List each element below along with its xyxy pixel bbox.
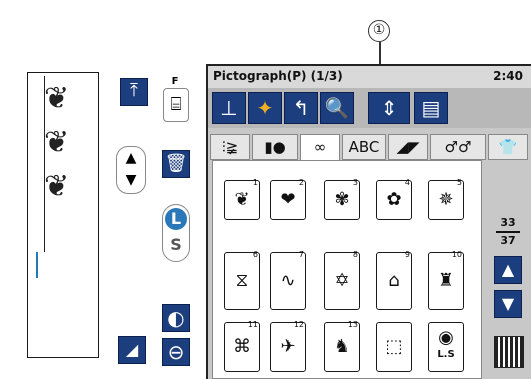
ls-label: L.S bbox=[437, 349, 455, 360]
tab-satin[interactable]: ♂♂ bbox=[430, 134, 486, 160]
ls-toggle[interactable]: L S bbox=[162, 204, 190, 262]
page-down-button[interactable]: ▼ bbox=[494, 290, 522, 318]
stitch-number: 1 bbox=[252, 178, 258, 187]
stitch-glyph: ♜ bbox=[437, 270, 455, 291]
presser-foot-button[interactable]: ⊥ bbox=[212, 92, 246, 124]
stitch-cell[interactable]: ⌂ 9 bbox=[376, 250, 412, 310]
stitch-cell[interactable]: ✡ 8 bbox=[324, 250, 360, 310]
maple-leaf-icon: ❦ bbox=[44, 81, 70, 116]
tab-utility[interactable]: ⫶≩ bbox=[210, 134, 250, 160]
stitch-glyph: ✡ bbox=[334, 270, 350, 291]
maple-leaf-icon: ❦ bbox=[44, 169, 70, 204]
stitch-cell[interactable]: ♜ 10 bbox=[428, 250, 464, 310]
zoom-button[interactable]: 🔍 bbox=[320, 92, 354, 124]
stitch-number: 8 bbox=[352, 250, 358, 259]
image-check-button[interactable]: ◐ bbox=[162, 304, 190, 332]
tab-alphabet[interactable]: ABC bbox=[342, 134, 386, 160]
stitch-cell[interactable]: ♞ 13 bbox=[324, 320, 360, 372]
stitch-number: 7 bbox=[298, 250, 304, 259]
stitch-number: 9 bbox=[404, 250, 410, 259]
presser-foot-icon: ⌸ bbox=[163, 88, 189, 122]
stitch-cell[interactable]: ❤ 2 bbox=[270, 178, 306, 220]
stitch-cell[interactable]: ◉ L.S bbox=[428, 322, 464, 372]
stitch-glyph: ✈ bbox=[280, 336, 296, 357]
stitch-number: 2 bbox=[298, 178, 304, 187]
stitch-number: 5 bbox=[456, 178, 462, 187]
tab-buttonhole[interactable]: ▮● bbox=[252, 134, 298, 160]
stitch-cell[interactable]: ⬚ bbox=[376, 322, 412, 372]
stitch-glyph: ❦ bbox=[234, 189, 250, 210]
mirror-button[interactable]: ⊖ bbox=[162, 338, 190, 366]
stitch-cell[interactable]: ⌘ 11 bbox=[224, 320, 260, 372]
foot-code-label: F bbox=[171, 76, 179, 87]
stitch-cell[interactable]: ⧖ 6 bbox=[224, 250, 260, 310]
stitch-glyph: ✾ bbox=[334, 189, 350, 210]
stitch-glyph: ⌂ bbox=[388, 270, 400, 291]
step-down-icon[interactable]: ▼ bbox=[117, 169, 145, 191]
memory-list-button[interactable]: ▤ bbox=[414, 92, 448, 124]
page-up-button[interactable]: ▲ bbox=[494, 256, 522, 284]
stitch-glyph: ∿ bbox=[280, 270, 296, 291]
stitch-glyph: ⧖ bbox=[235, 270, 249, 291]
stitch-glyph: ⌘ bbox=[233, 336, 251, 357]
stitch-preview-button[interactable]: ✦ bbox=[248, 92, 282, 124]
stitch-cell[interactable]: ❦ 1 bbox=[224, 178, 260, 220]
stitch-glyph: ✿ bbox=[386, 189, 402, 210]
page-divider bbox=[496, 231, 520, 233]
qr-code-icon[interactable] bbox=[494, 336, 524, 368]
stitch-cell[interactable]: ✈ 12 bbox=[270, 320, 306, 372]
stitch-cell[interactable]: ✵ 5 bbox=[428, 178, 464, 220]
stitch-glyph: ♞ bbox=[333, 336, 351, 357]
tab-quilting[interactable]: ◢◤ bbox=[388, 134, 428, 160]
stitch-glyph: ✵ bbox=[438, 189, 454, 210]
mirror-image-button[interactable]: ⇕ bbox=[368, 92, 410, 124]
stitch-number: 11 bbox=[247, 320, 258, 329]
stitch-stepper[interactable]: ▲ ▼ bbox=[116, 146, 146, 194]
stitch-glyph: ◉ bbox=[438, 327, 454, 348]
stitch-glyph: ⬚ bbox=[385, 336, 403, 357]
size-adjust-button[interactable]: ◢ bbox=[118, 336, 146, 364]
stitch-cell[interactable]: ∿ 7 bbox=[270, 250, 306, 310]
stitch-number: 4 bbox=[404, 178, 410, 187]
stitch-number: 3 bbox=[352, 178, 358, 187]
stitch-number: 6 bbox=[252, 250, 258, 259]
page-current: 33 bbox=[500, 216, 516, 229]
stitch-number: 12 bbox=[293, 320, 304, 329]
page-total: 37 bbox=[500, 234, 516, 247]
stitch-number: 13 bbox=[347, 320, 358, 329]
stitch-cell[interactable]: ✾ 3 bbox=[324, 178, 360, 220]
step-up-icon[interactable]: ▲ bbox=[117, 147, 145, 169]
screen-header: Pictograph(P) (1/3) 2:40 bbox=[208, 66, 531, 88]
clock: 2:40 bbox=[493, 69, 523, 83]
undo-button[interactable]: ↰ bbox=[284, 92, 318, 124]
stitch-cell[interactable]: ✿ 4 bbox=[376, 178, 412, 220]
tab-decorative[interactable]: ∞ bbox=[300, 134, 340, 162]
tab-clothing[interactable]: 👕 bbox=[488, 134, 528, 160]
l-button[interactable]: L bbox=[165, 208, 187, 230]
scroll-top-button[interactable]: ⤒ bbox=[120, 78, 148, 106]
stitch-cursor bbox=[36, 252, 38, 278]
screen-title: Pictograph(P) (1/3) bbox=[213, 69, 343, 83]
s-button[interactable]: S bbox=[165, 234, 187, 256]
delete-button[interactable]: 🗑 bbox=[162, 150, 190, 178]
maple-leaf-icon: ❦ bbox=[44, 125, 70, 160]
stitch-glyph: ❤ bbox=[280, 189, 296, 210]
stitch-number: 10 bbox=[451, 250, 462, 259]
callout-marker: ① bbox=[368, 20, 390, 42]
